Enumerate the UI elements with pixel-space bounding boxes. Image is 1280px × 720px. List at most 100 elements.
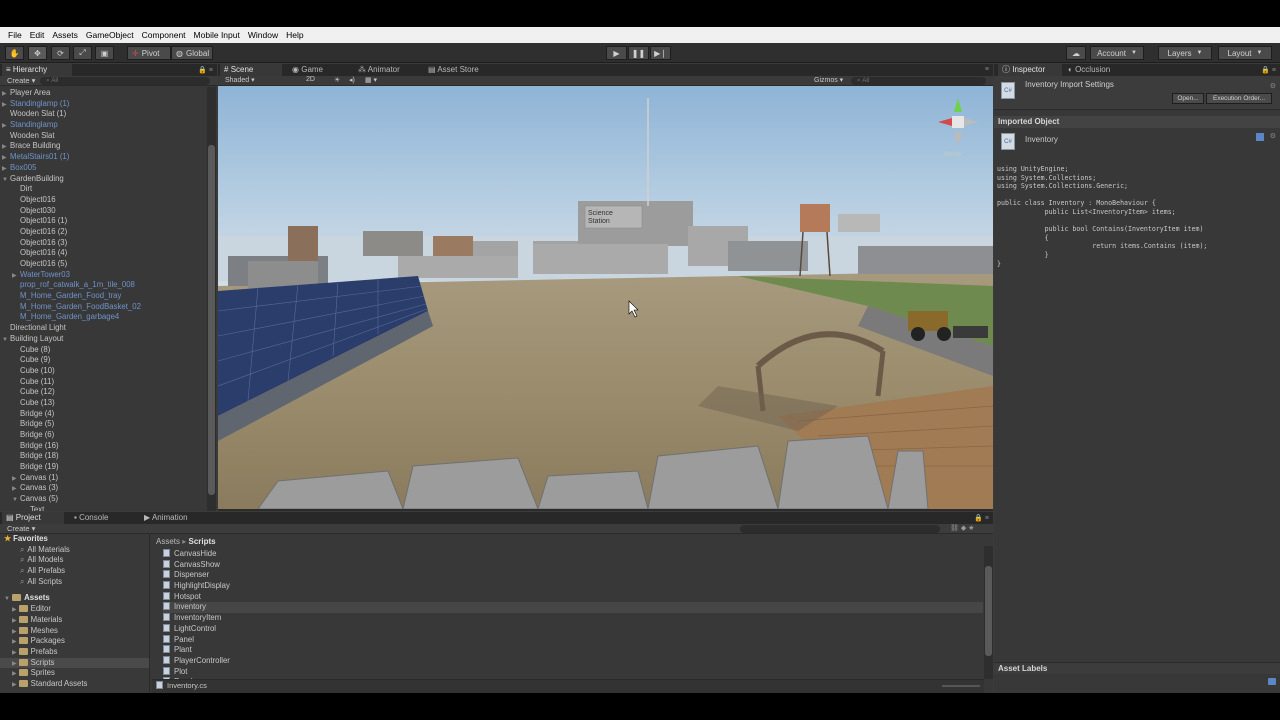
hierarchy-item[interactable]: Bridge (19) [2, 462, 202, 473]
asset-folder-item[interactable]: ▶ Prefabs [0, 647, 149, 658]
hierarchy-item[interactable]: Bridge (16) [2, 441, 202, 452]
hierarchy-scrollbar[interactable] [207, 87, 216, 511]
asset-folder-item[interactable]: ▶ Scripts [0, 657, 149, 669]
play-button[interactable]: ▶ [606, 46, 627, 60]
account-dropdown[interactable]: Account ▼ [1090, 46, 1144, 60]
hierarchy-item[interactable]: ▶ Standinglamp (1) [2, 99, 202, 110]
move-tool-button[interactable]: ✥ [28, 46, 47, 60]
tab-inspector[interactable]: ⓘ Inspector [998, 64, 1062, 76]
hierarchy-scroll-thumb[interactable] [208, 145, 215, 495]
script-file-item[interactable]: Inventory [163, 602, 983, 614]
menu-window[interactable]: Window [244, 30, 282, 40]
hierarchy-item[interactable]: ▶ WaterTower03 [2, 270, 202, 281]
hierarchy-item[interactable]: Cube (9) [2, 355, 202, 366]
asset-folder-item[interactable]: ▶ Standard Assets [0, 679, 149, 690]
asset-folder-item[interactable]: ▶ Materials [0, 615, 149, 626]
hierarchy-item[interactable]: ▶ Canvas (1) [2, 473, 202, 484]
chevron-down-icon[interactable]: ▼ [12, 495, 20, 506]
scene-search-input[interactable]: ⌕ All [851, 77, 986, 85]
menu-mobile-input[interactable]: Mobile Input [190, 30, 244, 40]
tab-animation[interactable]: ▶ Animation [140, 512, 210, 524]
hierarchy-item[interactable]: Cube (8) [2, 345, 202, 356]
hierarchy-item[interactable]: Object030 [2, 206, 202, 217]
hierarchy-item[interactable]: Bridge (6) [2, 430, 202, 441]
asset-folder-item[interactable]: ▶ Sprites [0, 668, 149, 679]
script-file-item[interactable]: PlayerController [163, 655, 983, 667]
rotate-tool-button[interactable]: ⟳ [51, 46, 70, 60]
script-file-item[interactable]: InventoryItem [163, 613, 983, 624]
script-file-item[interactable]: Plot [163, 666, 983, 678]
hierarchy-item[interactable]: ▶ Player Area [2, 88, 202, 99]
asset-folder-item[interactable]: ▶ Meshes [0, 626, 149, 637]
hierarchy-item[interactable]: Object016 [2, 195, 202, 206]
hierarchy-item[interactable]: Bridge (5) [2, 419, 202, 430]
hierarchy-item[interactable]: M_Home_Garden_Food_tray [2, 291, 202, 302]
project-search-input[interactable] [740, 525, 940, 533]
label-tag-icon[interactable] [1268, 678, 1276, 685]
hierarchy-item[interactable]: ▶ Canvas (3) [2, 483, 202, 494]
tab-animator[interactable]: ⁂ Animator [354, 64, 424, 76]
tab-project[interactable]: ▤ Project [2, 512, 64, 524]
favorite-item[interactable]: ⌕ All Models [0, 555, 149, 566]
scene-viewport[interactable]: Science Station Persp [218, 86, 993, 509]
project-create-button[interactable]: Create ▾ [7, 524, 35, 533]
execution-order-button[interactable]: Execution Order... [1206, 93, 1272, 104]
menu-file[interactable]: File [4, 30, 26, 40]
effects-toggle-icon[interactable]: ▦ ▾ [365, 76, 377, 84]
script-file-item[interactable]: Plant [163, 645, 983, 656]
breadcrumb-assets[interactable]: Assets [156, 537, 180, 546]
hierarchy-item[interactable]: Object016 (4) [2, 248, 202, 259]
script-file-item[interactable]: CanvasShow [163, 559, 983, 571]
hierarchy-item[interactable]: M_Home_Garden_FoodBasket_02 [2, 302, 202, 313]
rect-tool-button[interactable]: ▣ [95, 46, 114, 60]
chevron-down-icon[interactable]: ▼ [2, 335, 10, 346]
hierarchy-item[interactable]: Bridge (4) [2, 409, 202, 420]
filter-icons[interactable]: ⛓ ◆ ★ [950, 524, 974, 532]
project-scroll-thumb[interactable] [985, 566, 992, 656]
global-toggle[interactable]: ◍ Global [171, 46, 213, 60]
hierarchy-item[interactable]: ▼ GardenBuilding [2, 174, 202, 185]
tab-occlusion[interactable]: ◐ Occlusion [1064, 64, 1128, 76]
project-scrollbar[interactable] [984, 546, 993, 679]
hierarchy-item[interactable]: ▼ Building Layout [2, 334, 202, 345]
favorite-item[interactable]: ⌕ All Materials [0, 545, 149, 556]
tab-asset-store[interactable]: ▤ Asset Store [424, 64, 504, 76]
layout-dropdown[interactable]: Layout ▼ [1218, 46, 1272, 60]
tab-console[interactable]: ▪ Console [70, 512, 134, 524]
hierarchy-item[interactable]: Cube (13) [2, 398, 202, 409]
hierarchy-item[interactable]: prop_rof_catwalk_a_1m_tile_008 [2, 280, 202, 291]
hierarchy-create-button[interactable]: Create ▾ [7, 76, 35, 85]
script-file-item[interactable]: Panel [163, 634, 983, 646]
pivot-toggle[interactable]: ✛ Pivot [127, 46, 171, 60]
panel-menu-icon[interactable]: 🔒 ≡ [974, 514, 989, 522]
favorite-item[interactable]: ⌕ All Scripts [0, 577, 149, 588]
hierarchy-item[interactable]: Directional Light [2, 323, 202, 334]
hierarchy-item[interactable]: Object016 (3) [2, 238, 202, 249]
help-icon[interactable] [1256, 133, 1264, 141]
icon-size-slider[interactable] [942, 685, 980, 687]
hierarchy-item[interactable]: Wooden Slat [2, 131, 202, 142]
breadcrumb-scripts[interactable]: Scripts [189, 537, 216, 546]
tab-hierarchy[interactable]: ≡ Hierarchy [2, 64, 72, 76]
cloud-button[interactable]: ☁ [1066, 46, 1086, 60]
favorites-header[interactable]: ★ Favorites [0, 534, 149, 545]
panel-menu-icon[interactable]: 🔒 ≡ [198, 66, 213, 74]
hierarchy-item[interactable]: M_Home_Garden_garbage4 [2, 312, 202, 323]
hierarchy-item[interactable]: ▼ Canvas (5) [2, 494, 202, 505]
hierarchy-item[interactable]: Cube (11) [2, 377, 202, 388]
open-button[interactable]: Open... [1172, 93, 1204, 104]
asset-folder-item[interactable]: ▶ Editor [0, 604, 149, 615]
panel-menu-icon[interactable]: ≡ [985, 66, 989, 73]
mode-2d-toggle[interactable]: 2D [306, 76, 315, 83]
step-button[interactable]: ▶❘ [650, 46, 671, 60]
shading-mode-dropdown[interactable]: Shaded ▾ [225, 76, 255, 84]
hierarchy-item[interactable]: Cube (10) [2, 366, 202, 377]
hierarchy-item[interactable]: Wooden Slat (1) [2, 109, 202, 120]
asset-folder-item[interactable]: ▶ Packages [0, 636, 149, 647]
script-file-item[interactable]: LightControl [163, 623, 983, 635]
hand-tool-button[interactable]: ✋ [5, 46, 24, 60]
favorite-item[interactable]: ⌕ All Prefabs [0, 566, 149, 577]
audio-toggle-icon[interactable]: ◂) [349, 76, 355, 84]
hierarchy-item[interactable]: Object016 (1) [2, 216, 202, 227]
menu-gameobject[interactable]: GameObject [82, 30, 138, 40]
